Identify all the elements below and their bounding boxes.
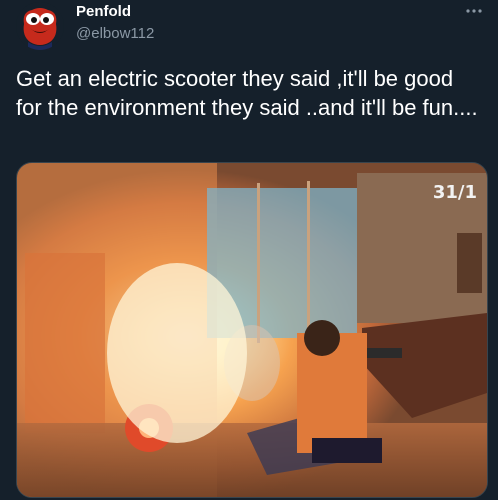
more-options-button[interactable] [462,2,486,22]
avatar[interactable] [16,2,64,50]
user-handle[interactable]: @elbow112 [76,24,154,44]
video-still-image: 31/1 [17,163,487,497]
tweet-text: Get an electric scooter they said ,it'll… [16,66,478,120]
display-name[interactable]: Penfold [76,2,154,22]
author-block[interactable]: Penfold @elbow112 [76,2,154,44]
tweet-media[interactable]: 31/1 [16,162,488,498]
more-horizontal-icon [466,9,482,13]
avatar-image [16,2,64,50]
video-timestamp-overlay: 31/1 [433,182,477,203]
